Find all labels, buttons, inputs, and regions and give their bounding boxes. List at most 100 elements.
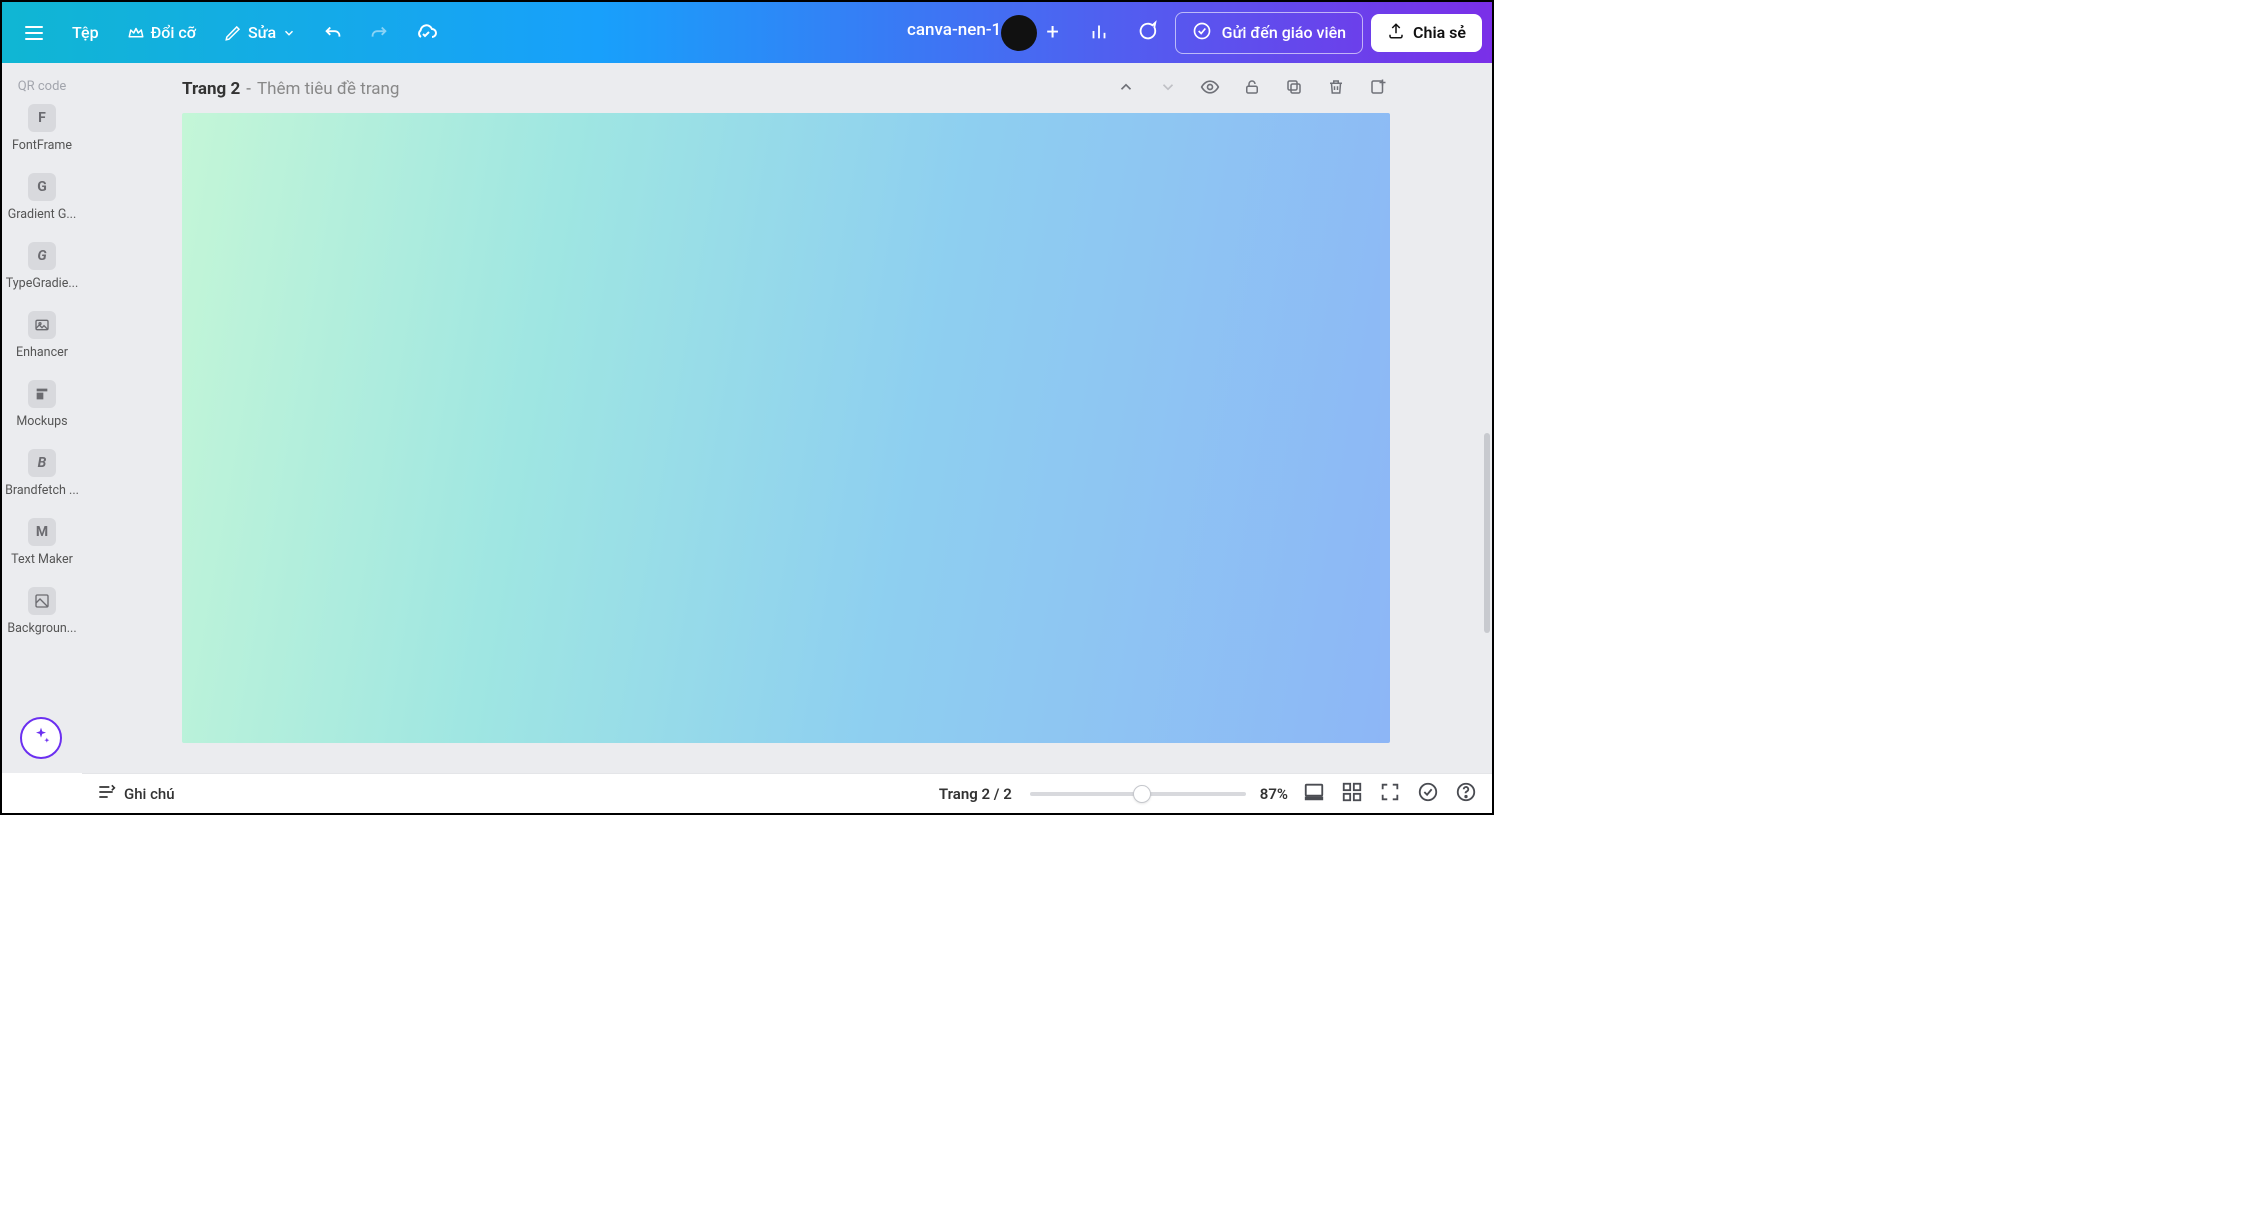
status-check-button[interactable] [1416, 782, 1440, 806]
lock-page-button[interactable] [1240, 77, 1264, 101]
help-button[interactable] [1454, 782, 1478, 806]
comment-icon [1136, 20, 1158, 46]
zoom-slider-thumb[interactable] [1133, 785, 1151, 803]
insights-button[interactable] [1079, 13, 1119, 53]
edit-label: Sửa [248, 23, 276, 42]
zoom-percentage[interactable]: 87% [1260, 785, 1288, 803]
redo-icon [368, 22, 390, 44]
fullscreen-icon [1379, 781, 1401, 807]
sidebar-item-label: Enhancer [16, 345, 68, 360]
sidebar-item-label: Mockups [16, 414, 67, 429]
background-icon [28, 587, 56, 615]
add-member-button[interactable]: + [1035, 15, 1071, 51]
plus-icon: + [1046, 20, 1058, 45]
upload-icon [1387, 22, 1405, 44]
move-page-down-button[interactable] [1156, 77, 1180, 101]
page-counter[interactable]: Trang 2 / 2 [939, 785, 1012, 803]
app-icon: G [28, 173, 56, 201]
pencil-icon [224, 24, 242, 42]
document-title[interactable]: canva-nen-1 [907, 20, 1001, 40]
sidebar-item-label: Backgroun... [7, 621, 76, 636]
design-canvas[interactable] [182, 113, 1390, 743]
file-label: Tệp [72, 23, 99, 42]
menu-button[interactable] [12, 13, 56, 53]
copy-icon [1285, 78, 1303, 100]
bottom-bar: Ghi chú Trang 2 / 2 87% [82, 773, 1492, 813]
eye-icon [1200, 77, 1220, 101]
undo-icon [322, 22, 344, 44]
sidebar-list: QR code F FontFrame G Gradient G... G Ty… [2, 63, 82, 648]
sync-status[interactable] [404, 13, 448, 53]
help-icon [1455, 781, 1477, 807]
canvas-area: Trang 2 - Thêm tiêu đề trang [82, 63, 1492, 773]
sidebar-item-enhancer[interactable]: Enhancer [2, 303, 82, 372]
header-right: + Gửi đến giáo viên Chia sẻ [1001, 12, 1482, 54]
sidebar-item-gradient[interactable]: G Gradient G... [2, 165, 82, 234]
app-icon: B [28, 449, 56, 477]
share-label: Chia sẻ [1413, 23, 1466, 42]
scrollbar-thumb[interactable] [1484, 433, 1490, 633]
sidebar-item-brandfetch[interactable]: B Brandfetch ... [2, 441, 82, 510]
comments-button[interactable] [1127, 13, 1167, 53]
chevron-down-icon [282, 26, 296, 40]
page-title-dash: - [246, 79, 251, 99]
file-menu[interactable]: Tệp [60, 15, 111, 50]
sidebar-item-fontframe[interactable]: F FontFrame [2, 96, 82, 165]
sidebar-item-typegradient[interactable]: G TypeGradie... [2, 234, 82, 303]
edit-menu[interactable]: Sửa [212, 15, 308, 50]
bottom-view-controls [1302, 782, 1478, 806]
app-icon: F [28, 104, 56, 132]
magic-button[interactable] [20, 717, 62, 759]
notes-icon [96, 782, 116, 806]
trash-icon [1327, 78, 1345, 100]
bar-chart-icon [1088, 20, 1110, 46]
page-view-button[interactable] [1302, 782, 1326, 806]
sidebar-item-textmaker[interactable]: M Text Maker [2, 510, 82, 579]
duplicate-page-button[interactable] [1282, 77, 1306, 101]
grid-view-button[interactable] [1340, 782, 1364, 806]
left-sidebar: QR code F FontFrame G Gradient G... G Ty… [2, 63, 82, 773]
check-circle-icon [1417, 781, 1439, 807]
resize-label: Đổi cỡ [151, 23, 196, 42]
vertical-scrollbar[interactable] [1483, 63, 1491, 773]
app-header: Tệp Đổi cỡ Sửa [2, 2, 1492, 63]
sidebar-item-label: Text Maker [11, 552, 73, 567]
undo-button[interactable] [312, 14, 354, 52]
check-circle-icon [1192, 21, 1212, 45]
move-page-up-button[interactable] [1114, 77, 1138, 101]
delete-page-button[interactable] [1324, 77, 1348, 101]
chevron-up-icon [1117, 78, 1135, 100]
image-icon [28, 311, 56, 339]
fullscreen-button[interactable] [1378, 782, 1402, 806]
add-page-button[interactable] [1366, 77, 1390, 101]
notes-button[interactable]: Ghi chú [96, 782, 175, 806]
sparkle-icon [31, 726, 51, 750]
sidebar-item-label: Gradient G... [8, 207, 77, 222]
notes-label: Ghi chú [124, 785, 175, 803]
page-view-icon [1303, 781, 1325, 807]
app-icon: M [28, 518, 56, 546]
sidebar-item-background[interactable]: Backgroun... [2, 579, 82, 648]
header-left: Tệp Đổi cỡ Sửa [12, 13, 448, 53]
sidebar-item-mockups[interactable]: Mockups [2, 372, 82, 441]
cloud-check-icon [414, 21, 438, 45]
add-page-icon [1369, 78, 1387, 100]
hide-page-button[interactable] [1198, 77, 1222, 101]
user-avatar[interactable] [1001, 15, 1037, 51]
resize-button[interactable]: Đổi cỡ [115, 15, 208, 50]
page-title-input[interactable]: Thêm tiêu đề trang [257, 79, 400, 99]
chevron-down-icon [1159, 78, 1177, 100]
sidebar-item-label: FontFrame [12, 138, 72, 153]
crown-icon [127, 24, 145, 42]
sidebar-top-label[interactable]: QR code [2, 73, 82, 96]
send-to-teacher-button[interactable]: Gửi đến giáo viên [1175, 12, 1363, 54]
teacher-label: Gửi đến giáo viên [1222, 23, 1346, 42]
redo-button[interactable] [358, 14, 400, 52]
page-tools [1114, 77, 1390, 101]
grid-icon [1341, 781, 1363, 807]
app-icon: G [28, 242, 56, 270]
sidebar-item-label: Brandfetch ... [5, 483, 79, 498]
share-button[interactable]: Chia sẻ [1371, 14, 1482, 52]
sidebar-item-label: TypeGradie... [6, 276, 79, 291]
zoom-slider[interactable] [1030, 792, 1246, 796]
